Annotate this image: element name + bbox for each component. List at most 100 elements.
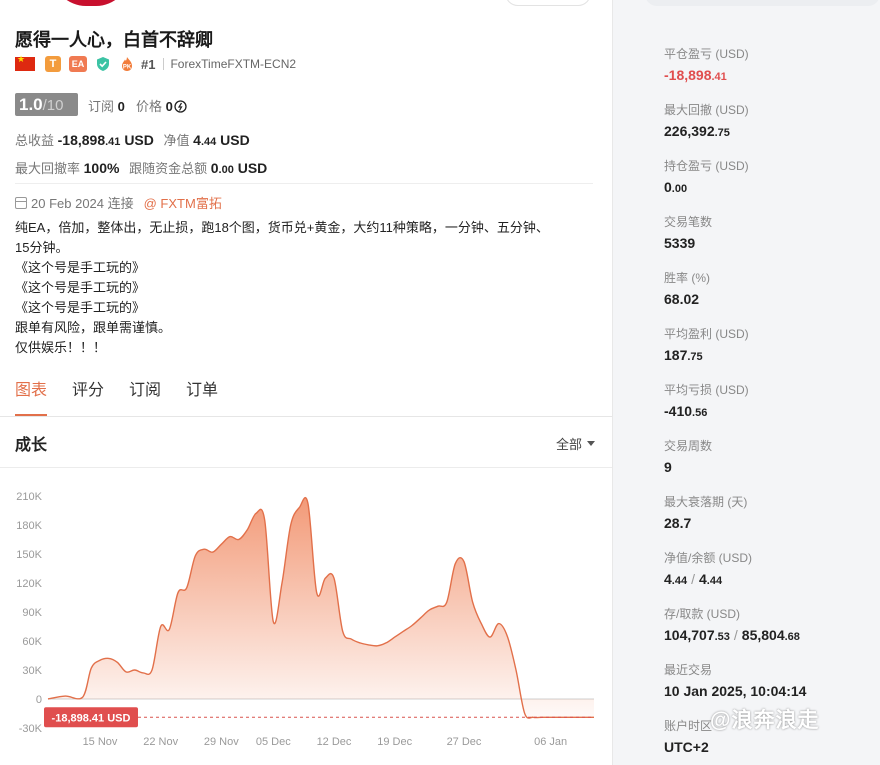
metric-value: 28.7 — [664, 515, 692, 531]
server-name: ForexTimeFXTM-ECN2 — [170, 57, 297, 71]
x-tick-label: 22 Nov — [143, 736, 178, 748]
y-tick-label: 0 — [36, 694, 42, 706]
price-info: 价格 0 — [136, 96, 187, 115]
metric-value: UTC+2 — [664, 739, 709, 755]
ea-badge-icon: EA — [69, 56, 87, 72]
section-divider — [15, 183, 593, 184]
metric-item: 交易笔数 5339 — [664, 213, 874, 251]
x-tick-label: 27 Dec — [447, 736, 482, 748]
rank-label: #1 — [141, 56, 156, 72]
metric-value: 4.44/4.44 — [664, 571, 723, 587]
description-line: 仅供娱乐！！！ — [15, 340, 107, 355]
metric-item: 交易周数 9 — [664, 437, 874, 475]
range-dropdown[interactable]: 全部 — [556, 434, 596, 453]
watermark-text: @浪奔浪走 — [710, 709, 820, 732]
account-avatar — [52, 0, 130, 6]
tabs-underline — [0, 416, 612, 417]
metric-label: 最大衰落期 (天) — [664, 495, 748, 509]
metric-value: 68.02 — [664, 291, 700, 307]
pk-badge-text: PK — [123, 65, 132, 71]
tab-chart[interactable]: 图表 — [15, 380, 48, 416]
metric-value: 10 Jan 2025, 10:04:14 — [664, 683, 807, 699]
total-profit-line: 总收益 -18,898.41 USD 净值 4.44 USD — [15, 132, 250, 148]
y-tick-label: 30K — [22, 665, 42, 677]
y-tick-label: 150K — [16, 549, 42, 561]
x-tick-label: 06 Jan — [534, 736, 567, 748]
chart-header-divider — [0, 467, 612, 468]
tab-rating[interactable]: 评分 — [72, 380, 104, 416]
metric-item: 净值/余额 (USD) 4.44/4.44 — [664, 549, 874, 587]
account-title: 愿得一人心，白首不辞卿 — [15, 30, 213, 50]
metric-label: 胜率 (%) — [664, 271, 710, 285]
metric-item: 最大衰落期 (天) 28.7 — [664, 493, 874, 531]
account-detail-panel: 愿得一人心，白首不辞卿 T EA PK #1 ForexTimeFXTM-ECN… — [0, 0, 613, 765]
metric-item: 胜率 (%) 68.02 — [664, 269, 874, 307]
sidebar-top-cropped — [645, 0, 880, 6]
connected-date: 20 Feb 2024 连接 — [31, 196, 134, 211]
stats-sidebar: 平仓盈亏 (USD) -18,898.41 最大回撤 (USD) 226,392.75… — [645, 0, 880, 765]
subscribe-count: 订阅 0 — [88, 99, 125, 114]
metric-label: 平均亏损 (USD) — [664, 383, 749, 397]
metric-label: 最大回撤 (USD) — [664, 103, 749, 117]
rank-separator — [163, 58, 165, 70]
description-line: 《这个号是手工玩的》 — [15, 300, 146, 315]
y-tick-label: 90K — [22, 607, 42, 619]
metric-label: 平均盈利 (USD) — [664, 327, 749, 341]
metric-label: 持仓盈亏 (USD) — [664, 159, 749, 173]
metric-item: 最近交易 10 Jan 2025, 10:04:14 — [664, 661, 874, 699]
detail-tabs: 图表 评分 订阅 订单 — [15, 380, 243, 416]
metric-label: 净值/余额 (USD) — [664, 551, 752, 565]
metric-value: 0.00 — [664, 179, 688, 195]
metric-item: 存/取款 (USD) 104,707.53/85,804.68 — [664, 605, 874, 643]
metric-label: 最近交易 — [664, 663, 713, 677]
account-description: 纯EA，倍加，整体出，无止损，跑18个图，货币兑+黄金，大约11种策略，一分钟、… — [15, 218, 595, 358]
tab-orders[interactable]: 订单 — [186, 380, 218, 416]
currency-circle-icon — [174, 100, 187, 113]
score-max: /10 — [42, 97, 64, 114]
metric-value: 5339 — [664, 235, 696, 251]
connection-info: 20 Feb 2024 连接 @ FXTM富拓 — [15, 193, 222, 212]
t-badge-icon: T — [45, 56, 61, 72]
metric-label: 交易笔数 — [664, 215, 713, 229]
metric-label: 平仓盈亏 (USD) — [664, 47, 749, 61]
top-action-button[interactable] — [505, 0, 591, 6]
top-cropped-area — [0, 0, 612, 8]
growth-chart: 210K 180K 150K 120K 90K 60K 30K 0 -30K 15 Nov 22 N… — [16, 491, 594, 748]
y-tick-label: -30K — [19, 723, 43, 735]
account-badges: T EA PK #1 ForexTimeFXTM-ECN2 — [15, 54, 297, 73]
description-line: 15分钟。 — [15, 240, 69, 255]
description-line: 《这个号是手工玩的》 — [15, 280, 146, 295]
metric-value: 226,392.75 — [664, 123, 730, 139]
score-badge: 1.0/10 — [15, 93, 78, 116]
metric-value: -18,898.41 — [664, 67, 727, 83]
growth-title: 成长 — [15, 437, 48, 454]
metric-value: 104,707.53/85,804.68 — [664, 627, 800, 643]
metric-value: 9 — [664, 459, 672, 475]
verified-shield-icon — [97, 57, 109, 71]
metric-item: 平均盈利 (USD) 187.75 — [664, 325, 874, 363]
y-tick-label: 210K — [16, 491, 42, 503]
growth-area-fill — [48, 497, 594, 719]
current-value-label: -18,898.41 USD — [52, 712, 131, 724]
x-tick-label: 15 Nov — [83, 736, 118, 748]
range-value: 全部 — [556, 437, 583, 452]
metric-label: 交易周数 — [664, 439, 713, 453]
description-line: 跟单有风险，跟单需谨慎。 — [15, 320, 172, 335]
x-tick-label: 19 Dec — [377, 736, 412, 748]
metric-value: -410.56 — [664, 403, 708, 419]
metric-item: 平仓盈亏 (USD) -18,898.41 — [664, 45, 874, 83]
y-tick-label: 120K — [16, 578, 42, 590]
metric-label: 存/取款 (USD) — [664, 607, 740, 621]
china-flag-icon — [15, 54, 35, 71]
description-line: 《这个号是手工玩的》 — [15, 260, 146, 275]
metric-item: 持仓盈亏 (USD) 0.00 — [664, 157, 874, 195]
broker-link[interactable]: @ FXTM富拓 — [144, 193, 222, 212]
pk-flame-icon: PK — [122, 57, 132, 71]
chevron-down-icon — [587, 441, 596, 446]
x-tick-label: 12 Dec — [317, 736, 352, 748]
tab-subscribe[interactable]: 订阅 — [129, 380, 161, 416]
score-value: 1.0 — [19, 95, 43, 114]
y-tick-label: 60K — [22, 636, 42, 648]
x-tick-label: 05 Dec — [256, 736, 291, 748]
metric-value: 187.75 — [664, 347, 703, 363]
